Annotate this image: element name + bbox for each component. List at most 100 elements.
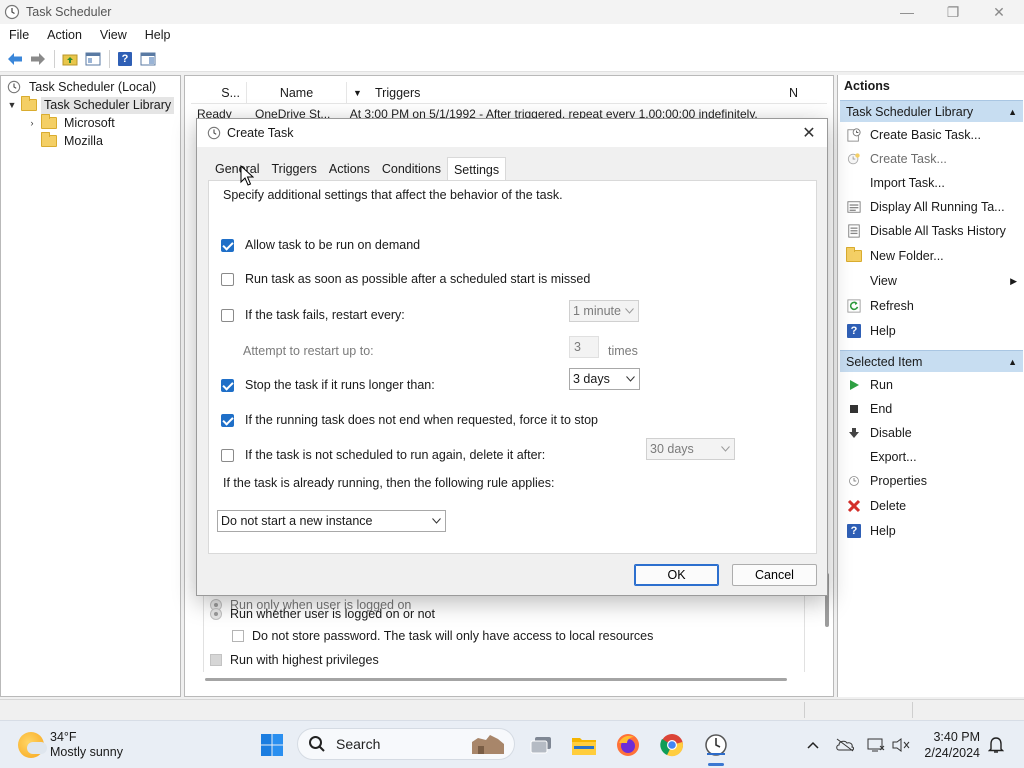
onedrive-offline-icon[interactable] bbox=[834, 735, 856, 755]
tree-item-task-scheduler-local[interactable]: Task Scheduler (Local) bbox=[7, 78, 159, 96]
checkbox-checked-icon[interactable] bbox=[221, 378, 234, 392]
create-task-dialog: Create Task ✕ General Triggers Actions C… bbox=[196, 118, 828, 596]
clock-date: 2/24/2024 bbox=[924, 746, 980, 760]
forward-arrow-icon[interactable] bbox=[27, 48, 49, 70]
taskbar-search-box[interactable]: Search bbox=[297, 728, 515, 760]
actions-section-selected-item[interactable]: Selected Item ▲ bbox=[840, 350, 1023, 372]
option-stop-longer[interactable]: Stop the task if it runs longer than: bbox=[221, 378, 435, 392]
minimize-button[interactable]: — bbox=[884, 0, 930, 24]
action-refresh[interactable]: Refresh bbox=[840, 295, 1023, 317]
action-help-selected[interactable]: ? Help bbox=[840, 520, 1023, 542]
sort-arrow-icon[interactable]: ▼ bbox=[347, 82, 369, 103]
stop-duration-select[interactable]: 3 days bbox=[569, 368, 640, 390]
start-windows-icon[interactable] bbox=[257, 730, 287, 760]
restart-interval-select[interactable]: 1 minute bbox=[569, 300, 639, 322]
action-display-running-tasks[interactable]: Display All Running Ta... bbox=[840, 196, 1023, 218]
chevron-down-icon[interactable]: ▼ bbox=[7, 100, 17, 110]
horizontal-scrollbar[interactable] bbox=[205, 678, 787, 681]
checkbox-icon[interactable] bbox=[221, 272, 234, 286]
weather-widget[interactable]: 34°F Mostly sunny bbox=[18, 730, 123, 760]
dialog-close-button[interactable]: ✕ bbox=[799, 123, 819, 143]
folder-up-icon[interactable] bbox=[59, 48, 81, 70]
chevron-right-icon[interactable]: › bbox=[27, 118, 37, 128]
firefox-icon[interactable] bbox=[613, 730, 643, 760]
action-disable[interactable]: Disable bbox=[840, 422, 1023, 444]
window-title: Task Scheduler bbox=[26, 5, 112, 19]
column-status[interactable]: S... bbox=[191, 82, 247, 103]
maximize-button[interactable]: ❐ bbox=[930, 0, 976, 24]
create-basic-task-icon bbox=[846, 127, 862, 143]
show-hide-console-tree-icon[interactable] bbox=[82, 48, 104, 70]
ok-button[interactable]: OK bbox=[634, 564, 719, 586]
tab-general[interactable]: General bbox=[209, 157, 265, 181]
checkbox-checked-icon[interactable] bbox=[221, 413, 234, 427]
show-hidden-icons-chevron-icon[interactable] bbox=[802, 735, 824, 755]
menu-help[interactable]: Help bbox=[136, 24, 180, 46]
system-clock[interactable]: 3:40 PM 2/24/2024 bbox=[918, 729, 980, 761]
back-arrow-icon[interactable] bbox=[4, 48, 26, 70]
option-run-asap[interactable]: Run task as soon as possible after a sch… bbox=[221, 272, 590, 286]
option-label: If the task is not scheduled to run agai… bbox=[245, 448, 546, 462]
column-name[interactable]: Name bbox=[247, 82, 347, 103]
tree-item-mozilla[interactable]: Mozilla bbox=[41, 132, 106, 150]
action-run[interactable]: Run bbox=[840, 374, 1023, 396]
action-disable-tasks-history[interactable]: Disable All Tasks History bbox=[840, 220, 1023, 242]
tab-triggers[interactable]: Triggers bbox=[265, 157, 322, 181]
tree-item-task-scheduler-library[interactable]: ▼ Task Scheduler Library bbox=[7, 96, 175, 114]
option-label: Run whether user is logged on or not bbox=[230, 607, 435, 621]
file-explorer-icon[interactable] bbox=[569, 730, 599, 760]
action-end[interactable]: End bbox=[840, 398, 1023, 420]
chrome-icon[interactable] bbox=[657, 730, 687, 760]
menu-action[interactable]: Action bbox=[38, 24, 91, 46]
task-scheduler-taskbar-icon[interactable] bbox=[701, 730, 731, 760]
collapse-arrow-icon[interactable]: ▲ bbox=[1008, 357, 1017, 367]
volume-muted-icon[interactable] bbox=[890, 735, 912, 755]
column-next-run[interactable]: N bbox=[789, 82, 809, 103]
notification-bell-icon[interactable] bbox=[985, 735, 1007, 755]
restart-count-spinner[interactable]: 3 bbox=[569, 336, 599, 358]
tab-conditions[interactable]: Conditions bbox=[376, 157, 447, 181]
task-list-header: S... Name ▼ Triggers N bbox=[191, 82, 827, 104]
checkbox-icon[interactable] bbox=[221, 308, 234, 322]
show-action-pane-icon[interactable] bbox=[137, 48, 159, 70]
actions-section-library[interactable]: Task Scheduler Library ▲ bbox=[840, 100, 1023, 122]
action-label: Display All Running Ta... bbox=[870, 200, 1005, 214]
action-export[interactable]: Export... bbox=[840, 446, 1023, 468]
checkbox-checked-icon[interactable] bbox=[221, 238, 234, 252]
checkbox-icon[interactable] bbox=[221, 448, 234, 462]
option-delete-after[interactable]: If the task is not scheduled to run agai… bbox=[221, 448, 545, 462]
tab-settings[interactable]: Settings bbox=[446, 157, 507, 182]
action-help[interactable]: ? Help bbox=[840, 320, 1023, 342]
action-label: Help bbox=[870, 324, 896, 338]
settings-panel: Specify additional settings that affect … bbox=[208, 180, 817, 554]
tab-actions[interactable]: Actions bbox=[323, 157, 376, 181]
option-restart-every[interactable]: If the task fails, restart every: bbox=[221, 308, 405, 322]
action-delete[interactable]: Delete bbox=[840, 495, 1023, 517]
help-icon[interactable]: ? bbox=[114, 48, 136, 70]
action-properties[interactable]: Properties bbox=[840, 470, 1023, 492]
task-properties-preview: Run only when user is logged on Run whet… bbox=[203, 594, 805, 672]
section-title: Selected Item bbox=[846, 354, 923, 369]
running-rule-select[interactable]: Do not start a new instance bbox=[217, 510, 446, 532]
action-new-folder[interactable]: New Folder... bbox=[840, 245, 1023, 267]
action-create-basic-task[interactable]: Create Basic Task... bbox=[840, 124, 1023, 146]
menu-file[interactable]: File bbox=[0, 24, 38, 46]
action-create-task[interactable]: Create Task... bbox=[840, 148, 1023, 170]
cancel-button[interactable]: Cancel bbox=[732, 564, 817, 586]
network-icon[interactable] bbox=[865, 735, 887, 755]
collapse-arrow-icon[interactable]: ▲ bbox=[1008, 107, 1017, 117]
task-view-icon[interactable] bbox=[526, 730, 556, 760]
option-no-store-password: Do not store password. The task will onl… bbox=[232, 629, 653, 643]
delete-after-select[interactable]: 30 days bbox=[646, 438, 735, 460]
action-label: Delete bbox=[870, 499, 907, 513]
tree-item-microsoft[interactable]: › Microsoft bbox=[27, 114, 118, 132]
action-import-task[interactable]: Import Task... bbox=[840, 172, 1023, 194]
option-force-stop[interactable]: If the running task does not end when re… bbox=[221, 413, 598, 427]
option-run-whether-logged-on: Run whether user is logged on or not bbox=[210, 607, 435, 621]
action-label: End bbox=[870, 402, 893, 416]
option-allow-on-demand[interactable]: Allow task to be run on demand bbox=[221, 238, 420, 252]
menu-view[interactable]: View bbox=[91, 24, 136, 46]
close-window-button[interactable]: ✕ bbox=[976, 0, 1022, 24]
column-triggers[interactable]: Triggers bbox=[369, 82, 789, 103]
action-view[interactable]: View ▶ bbox=[840, 270, 1023, 292]
